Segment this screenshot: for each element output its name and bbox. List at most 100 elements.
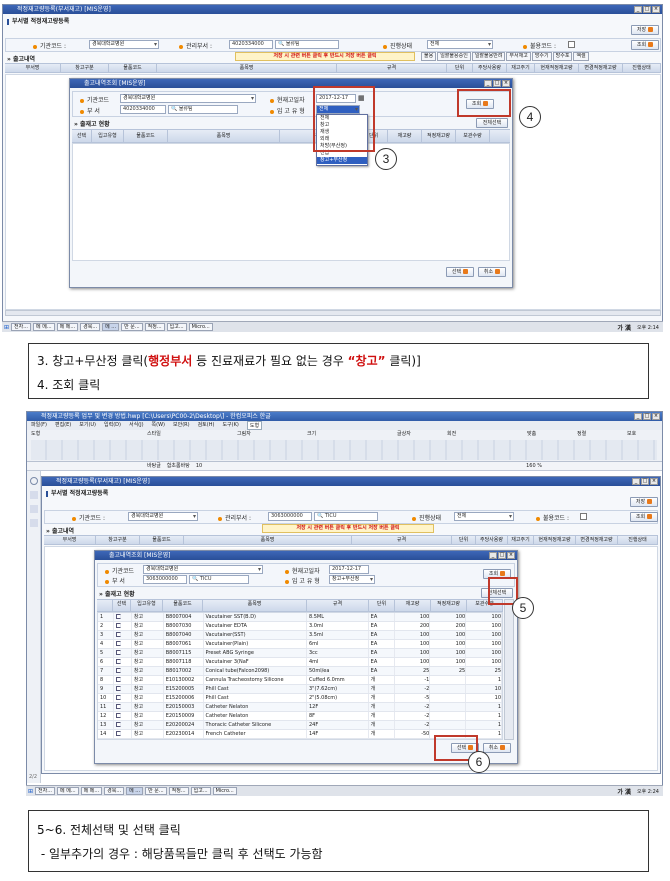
taskbar-item[interactable]: 입고... [166, 323, 187, 331]
tool-icon[interactable] [30, 505, 38, 513]
row-checkbox[interactable]: ✓ [115, 632, 121, 637]
action-button-4[interactable]: 방수기 [531, 52, 552, 61]
taskbar-item[interactable]: 메 메... [80, 787, 103, 795]
maximize-button[interactable]: □ [643, 6, 651, 13]
dept-code-input[interactable]: 4020334000 [229, 40, 273, 49]
search-icon[interactable]: 🔍 [317, 513, 323, 519]
menu-item-active[interactable]: 도형 [246, 421, 263, 430]
table-row[interactable]: 11✓ 창고E20150003Catheter Nelaton12F개-2 1 [98, 703, 502, 712]
search-button[interactable]: 조회 [630, 512, 658, 522]
taskbar-item[interactable]: 메 메... [57, 787, 79, 795]
dialog-type-select[interactable]: 창고+무산정 [329, 575, 375, 584]
minimize-button[interactable]: _ [634, 413, 642, 420]
org-select[interactable]: 경북대학교병원 [128, 512, 198, 521]
row-select-cell[interactable]: ✓ [114, 712, 132, 720]
row-checkbox[interactable]: ✓ [115, 623, 121, 628]
table-row[interactable]: 5✓창고B8007115Preset ABG Syringe3ccEA10010… [98, 649, 502, 658]
row-select-cell[interactable]: ✓ [114, 721, 132, 729]
action-button-1[interactable]: 일괄불용승인 [437, 52, 471, 61]
row-checkbox[interactable]: ✓ [115, 614, 121, 619]
dialog-select-button[interactable]: 선택 [446, 267, 474, 277]
menu-item[interactable]: 도구(K) [222, 421, 238, 430]
taskbar-item[interactable]: 적정... [168, 787, 189, 795]
row-select-cell[interactable]: ✓ [114, 613, 132, 621]
minimize-button[interactable]: _ [489, 552, 497, 559]
row-select-cell[interactable]: ✓ [114, 685, 132, 693]
minimize-button[interactable]: _ [484, 80, 492, 87]
row-select-cell[interactable]: ✓ [114, 667, 132, 675]
row-select-cell[interactable]: ✓ [114, 631, 132, 639]
action-button-2[interactable]: 일괄불용반려 [471, 52, 506, 61]
menu-item[interactable]: 검토(H) [198, 421, 215, 430]
dialog-dept-code-input[interactable]: 3063000000 [143, 575, 187, 584]
row-checkbox[interactable]: ✓ [115, 677, 121, 682]
zoom-select[interactable]: 160 % [526, 462, 542, 470]
action-button-6[interactable]: 엑셀 [573, 52, 589, 61]
table-row[interactable]: 12✓ 창고E20150009Catheter Nelaton8F개-2 1 [98, 712, 502, 721]
menu-item[interactable]: 보기(U) [79, 421, 96, 430]
row-select-cell[interactable]: ✓ [114, 649, 132, 657]
select-all-button[interactable]: 전체선택 [476, 118, 508, 128]
horizontal-scrollbar[interactable] [5, 310, 661, 316]
row-select-cell[interactable]: ✓ [114, 703, 132, 711]
maximize-button[interactable]: □ [498, 552, 506, 559]
row-checkbox[interactable]: ✓ [115, 722, 121, 727]
taskbar-item[interactable]: 입고... [190, 787, 211, 795]
taskbar-item-active[interactable]: 메 ... [102, 323, 120, 331]
table-row[interactable]: 2✓창고B8007030Vacutainer EDTA3.0mlEA200200… [98, 622, 502, 631]
menu-item[interactable]: 서식(J) [129, 421, 144, 430]
maximize-button[interactable]: □ [493, 80, 501, 87]
dialog-org-select[interactable]: 경북대학교병원 [143, 565, 263, 574]
action-button-0[interactable]: 불용 [421, 52, 437, 61]
tool-icon[interactable] [30, 519, 38, 527]
row-checkbox[interactable]: ✓ [115, 659, 121, 664]
taskbar-item[interactable]: 전자... [11, 323, 31, 331]
table-row[interactable]: 1✓창고B8007004Vacutainer SST(B.D)8.5MLEA10… [98, 613, 502, 622]
search-button[interactable]: 조회 [631, 40, 659, 50]
row-select-cell[interactable]: ✓ [114, 694, 132, 702]
dialog-cancel-button[interactable]: 취소 [483, 743, 511, 753]
row-checkbox[interactable]: ✓ [115, 731, 121, 736]
hold-checkbox[interactable] [580, 513, 587, 520]
close-button[interactable]: × [652, 413, 660, 420]
row-select-cell[interactable]: ✓ [114, 730, 132, 738]
org-select[interactable]: 경북대학교병원 [89, 40, 159, 49]
minimize-button[interactable]: _ [632, 478, 640, 485]
row-checkbox[interactable]: ✓ [115, 641, 121, 646]
dept-name-input[interactable]: 🔍 TICU [314, 512, 378, 521]
table-row[interactable]: 10✓창고E15200006Phill Cast2"(5.08cm)개-510 [98, 694, 502, 703]
dialog-dept-name-input[interactable]: 🔍 물류팀 [168, 105, 238, 114]
close-button[interactable]: × [652, 6, 660, 13]
action-button-5[interactable]: 방수포 [552, 52, 573, 61]
menu-item[interactable]: 파일(F) [31, 421, 47, 430]
row-checkbox[interactable]: ✓ [115, 713, 121, 718]
table-row[interactable]: 3✓창고B8007040Vacutainer(SST)3.5mlEA100100… [98, 631, 502, 640]
taskbar-item[interactable]: 메 메... [33, 323, 55, 331]
table-row[interactable]: 9✓ 창고E15200005Phill Cast3"(7.62cm)개-2 10 [98, 685, 502, 694]
dialog-date-input[interactable]: 2017-12-17 [329, 565, 369, 574]
dept-code-input[interactable]: 3063000000 [268, 512, 312, 521]
taskbar-item[interactable]: 메 메... [56, 323, 79, 331]
search-icon[interactable]: 🔍 [171, 106, 177, 112]
start-icon[interactable]: ⊞ [28, 788, 33, 795]
row-checkbox[interactable]: ✓ [115, 704, 121, 709]
taskbar-item[interactable]: Micro... [188, 323, 213, 331]
taskbar-item-active[interactable]: 메 ... [126, 787, 144, 795]
font-size-input[interactable]: 10 [196, 462, 202, 470]
dialog-org-select[interactable]: 경북대학교병원 [120, 94, 256, 103]
ribbon-tools[interactable] [31, 440, 657, 460]
maximize-button[interactable]: □ [643, 413, 651, 420]
minimize-button[interactable]: _ [634, 6, 642, 13]
menu-item[interactable]: 쪽(W) [152, 421, 165, 430]
status-select[interactable]: 전체 [427, 40, 493, 49]
dialog-dept-name-input[interactable]: 🔍 TICU [189, 575, 249, 584]
font-select[interactable]: 함초롬바탕 [167, 462, 190, 470]
search-icon[interactable]: 🔍 [192, 576, 198, 582]
close-button[interactable]: × [502, 80, 510, 87]
close-button[interactable]: × [650, 478, 658, 485]
help-icon[interactable] [30, 477, 38, 485]
search-icon[interactable]: 🔍 [278, 41, 284, 47]
taskbar-item[interactable]: Micro... [212, 787, 237, 795]
ime-indicator[interactable]: 가 漢 [617, 323, 631, 332]
table-row[interactable]: 8✓ 창고E10130002Cannula Tracheostomy Silico… [98, 676, 502, 685]
